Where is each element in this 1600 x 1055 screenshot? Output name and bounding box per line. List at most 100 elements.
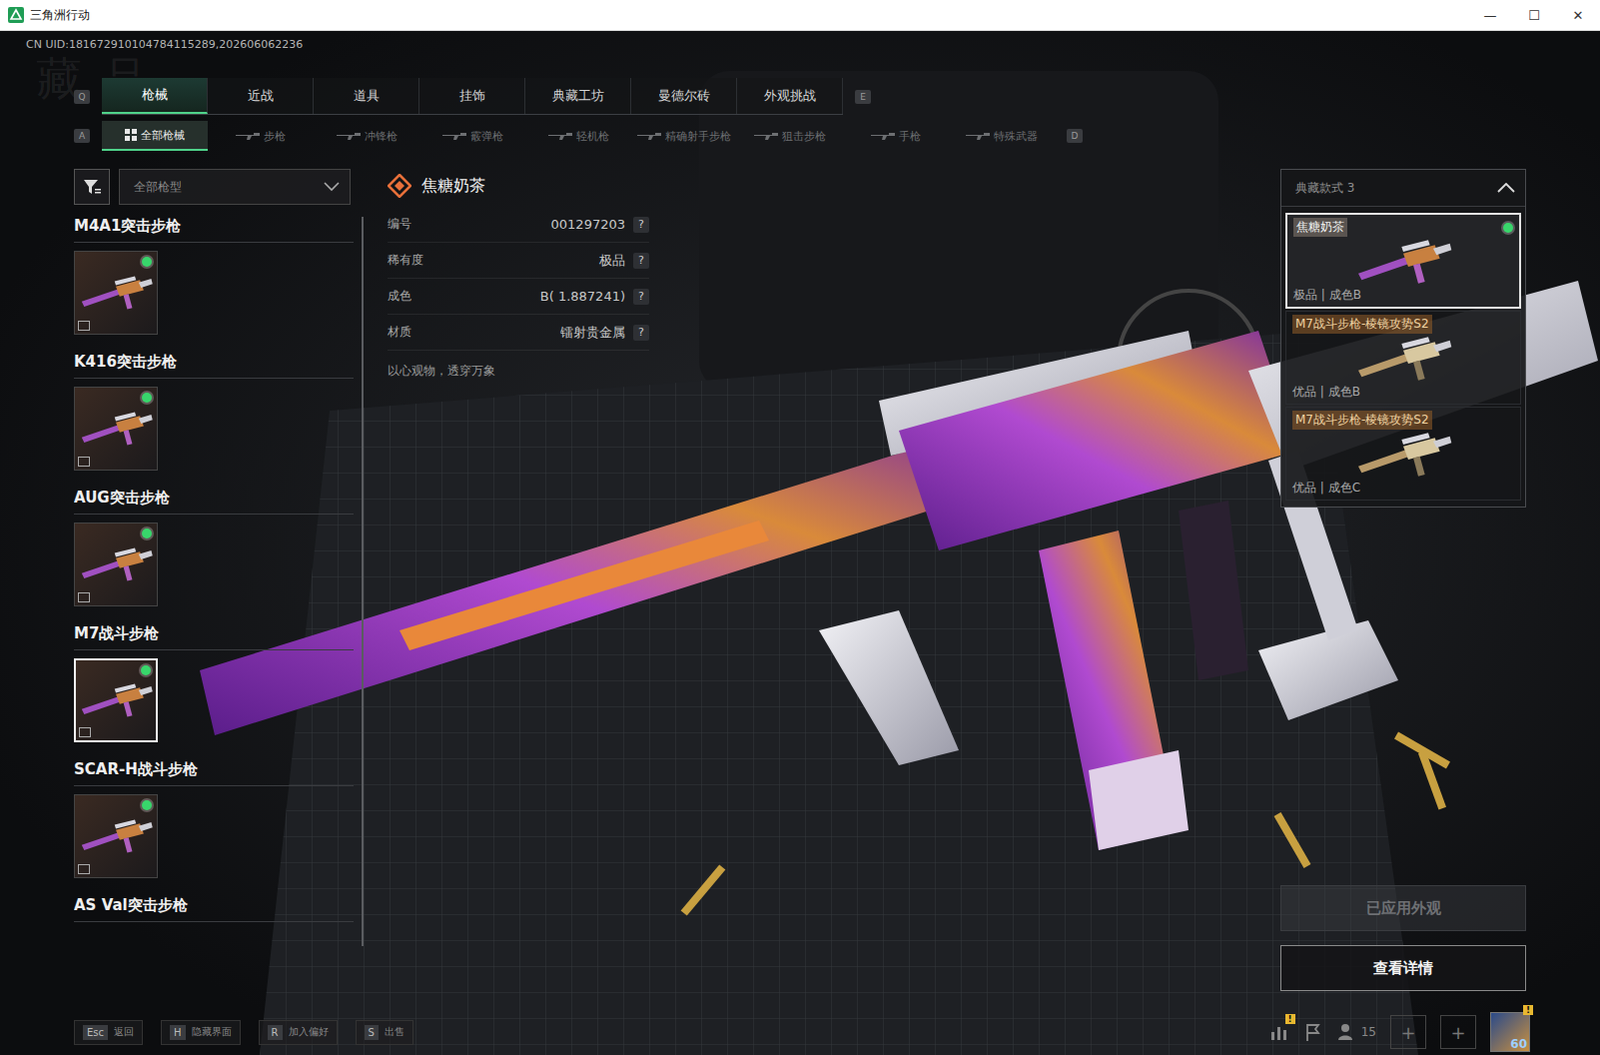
weapon-thumbnail[interactable]: [73, 250, 158, 335]
weapon-type-tab[interactable]: 狙击步枪: [737, 120, 843, 151]
add-slot-button[interactable]: +: [1440, 1014, 1477, 1049]
help-icon[interactable]: ?: [633, 288, 650, 305]
category-tab[interactable]: 枪械: [101, 77, 208, 114]
weapon-type-tab[interactable]: 步枪: [207, 120, 314, 151]
gun-icon: [965, 130, 990, 141]
game-screen: 藏品 CN UID:181672910104784115289,20260606…: [0, 30, 1600, 1055]
weapon-item[interactable]: M4A1突击步枪: [73, 216, 354, 353]
weapon-thumbnail[interactable]: [73, 522, 158, 607]
equipped-dot: [1503, 222, 1514, 233]
prev-tab-key[interactable]: Q: [73, 89, 90, 104]
flag-button[interactable]: [1303, 1021, 1324, 1042]
style-meta: 极品 | 成色B: [1293, 286, 1514, 304]
window-control-button[interactable]: ☐: [1512, 0, 1557, 30]
window-control-button[interactable]: —: [1468, 0, 1513, 30]
weapon-thumbnail-icon: [77, 675, 154, 726]
weapon-type-tab[interactable]: 霰弹枪: [419, 120, 526, 151]
prev-subtab-key[interactable]: A: [73, 128, 90, 143]
weapon-thumbnail[interactable]: [73, 794, 158, 878]
weapon-type-tab[interactable]: 手枪: [842, 120, 949, 151]
style-card[interactable]: M7战斗步枪-棱镜攻势S2 优品 | 成色B: [1285, 310, 1522, 405]
scrollbar[interactable]: [361, 216, 364, 946]
people-icon: [1337, 1021, 1358, 1042]
add-slot-button[interactable]: +: [1390, 1014, 1427, 1049]
weapon-type-dropdown[interactable]: 全部枪型: [118, 168, 351, 205]
friends-button[interactable]: 15: [1337, 1021, 1377, 1042]
app-window: 三角洲行动 —☐✕ 藏品 CN UID:18167291010478411528…: [0, 0, 1600, 1055]
weapon-name: AUG突击步枪: [73, 488, 354, 515]
hotkey-button[interactable]: R加入偏好: [258, 1019, 338, 1045]
weapon-type-tab[interactable]: 冲锋枪: [313, 120, 420, 151]
stats-button[interactable]: !: [1269, 1021, 1290, 1042]
skin-corner-icon: [77, 320, 90, 331]
style-name: M7战斗步枪-棱镜攻势S2: [1292, 314, 1433, 334]
category-tabs: Q 枪械近战道具挂饰典藏工坊曼德尔砖外观挑战 E: [73, 77, 1600, 115]
player-level: 60: [1510, 1036, 1528, 1051]
help-icon[interactable]: ?: [633, 216, 650, 233]
category-tab[interactable]: 典藏工坊: [525, 77, 632, 114]
equipped-dot: [141, 392, 152, 403]
category-tab[interactable]: 外观挑战: [737, 77, 843, 114]
weapon-name: AS Val突击步枪: [73, 895, 354, 922]
equipped-dot: [141, 256, 152, 267]
weapon-type-tab[interactable]: 特殊武器: [948, 120, 1055, 151]
gun-icon: [870, 130, 895, 141]
flag-icon: [1303, 1021, 1324, 1042]
skin-corner-icon: [77, 592, 90, 603]
weapon-item[interactable]: K416突击步枪: [73, 352, 354, 489]
weapon-thumbnail[interactable]: [73, 658, 158, 743]
hotkey-button[interactable]: S出售: [355, 1019, 414, 1045]
grid-icon: [124, 128, 137, 141]
detail-row: 材质 镭射贵金属 ?: [387, 314, 650, 351]
gun-icon: [235, 130, 260, 141]
weapon-item[interactable]: SCAR-H战斗步枪: [73, 760, 354, 896]
app-logo-icon: [7, 6, 24, 23]
help-icon[interactable]: ?: [633, 324, 650, 341]
weapon-type-tab[interactable]: 精确射手步枪: [631, 120, 738, 151]
category-tab[interactable]: 近战: [207, 77, 314, 114]
next-tab-key[interactable]: E: [854, 89, 871, 104]
weapon-item[interactable]: M7战斗步枪: [73, 624, 354, 761]
hotkey-button[interactable]: Esc返回: [73, 1019, 143, 1045]
detail-row: 编号 001297203 ?: [387, 206, 650, 243]
hotkey-button[interactable]: H隐藏界面: [160, 1019, 241, 1045]
style-meta: 优品 | 成色C: [1292, 479, 1515, 497]
gun-icon: [754, 130, 779, 141]
weapon-thumbnail-icon: [77, 267, 154, 318]
title-bar: 三角洲行动 —☐✕: [0, 0, 1600, 31]
rarity-diamond-icon: [387, 173, 412, 198]
action-button[interactable]: 查看详情: [1280, 944, 1527, 991]
style-card[interactable]: 焦糖奶茶 极品 | 成色B: [1285, 212, 1522, 309]
category-tab[interactable]: 挂饰: [419, 77, 526, 114]
skin-corner-icon: [78, 727, 91, 738]
weapon-thumbnail-icon: [1308, 236, 1499, 287]
skin-description: 以心观物，透穿万象: [387, 362, 650, 380]
weapon-sidebar: 全部枪型 M4A1突击步枪 K416突击步枪 AUG突击步枪 M7战斗步枪 SC…: [73, 168, 364, 991]
detail-row: 稀有度 极品 ?: [387, 242, 650, 279]
style-dropdown: 典藏款式 3 焦糖奶茶 极品 | 成色BM7战斗步枪-棱镜攻势S2 优品 | 成…: [1280, 168, 1527, 508]
weapon-name: M4A1突击步枪: [73, 216, 354, 243]
window-control-button[interactable]: ✕: [1556, 0, 1600, 30]
gun-icon: [336, 130, 361, 141]
filter-button[interactable]: [73, 168, 110, 205]
help-icon[interactable]: ?: [633, 252, 650, 269]
gun-icon: [548, 130, 573, 141]
weapon-name: M7战斗步枪: [73, 624, 354, 651]
style-dropdown-header[interactable]: 典藏款式 3: [1281, 169, 1526, 207]
action-button[interactable]: 已应用外观: [1280, 884, 1527, 931]
weapon-item[interactable]: AUG突击步枪: [73, 488, 354, 625]
style-card[interactable]: M7战斗步枪-棱镜攻势S2 优品 | 成色C: [1285, 406, 1522, 501]
window-title: 三角洲行动: [29, 6, 90, 24]
category-tab[interactable]: 曼德尔砖: [631, 77, 738, 114]
skin-corner-icon: [77, 456, 90, 467]
category-tab[interactable]: 道具: [313, 77, 420, 114]
next-subtab-key[interactable]: D: [1066, 128, 1083, 143]
weapon-item[interactable]: AS Val突击步枪: [73, 895, 354, 928]
weapon-name: K416突击步枪: [73, 352, 354, 379]
weapon-type-tab[interactable]: 全部枪械: [101, 120, 208, 151]
skin-corner-icon: [77, 863, 90, 874]
weapon-thumbnail[interactable]: [73, 386, 158, 471]
alert-badge: !: [1523, 1004, 1534, 1015]
weapon-type-tab[interactable]: 轻机枪: [525, 120, 632, 151]
player-avatar[interactable]: 60 !: [1490, 1011, 1531, 1052]
